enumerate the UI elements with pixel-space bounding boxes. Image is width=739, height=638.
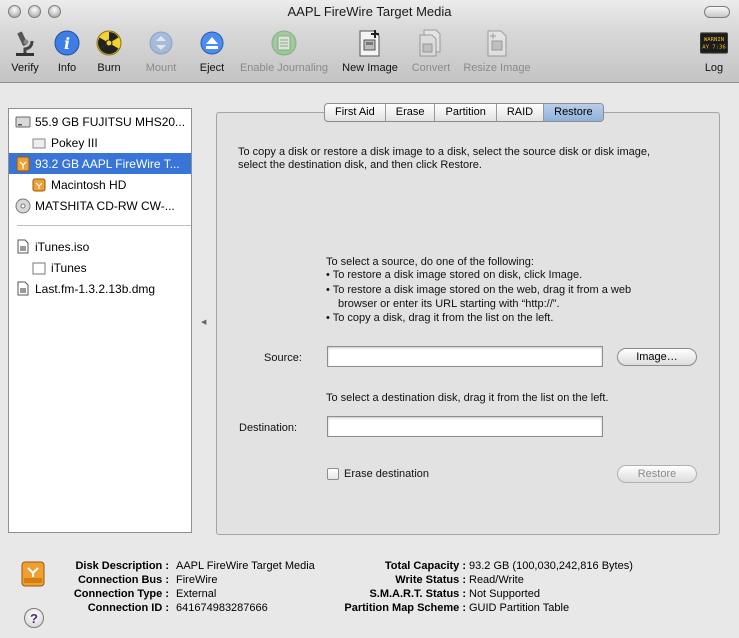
split-view-handle[interactable]: ◀	[201, 318, 206, 326]
optical-drive-icon	[15, 198, 31, 214]
info-button[interactable]: i Info	[50, 28, 84, 78]
partition-map-scheme-value: GUID Partition Table	[469, 602, 570, 614]
burn-button[interactable]: Burn	[92, 28, 126, 78]
destination-hint: To select a destination disk, drag it fr…	[326, 392, 609, 404]
destination-field[interactable]	[327, 416, 603, 437]
disk-list[interactable]: 55.9 GB FUJITSU MHS20... Pokey III 93.2 …	[8, 108, 192, 533]
source-instruction-image: • To restore a disk image stored on disk…	[326, 269, 583, 281]
info-icon: i	[53, 28, 81, 58]
toolbar: Verify i Info Burn Mount Eject Enable Jo…	[0, 28, 739, 78]
image-button[interactable]: Image…	[617, 348, 697, 366]
window-title: AAPL FireWire Target Media	[287, 4, 452, 19]
tab-restore[interactable]: Restore	[544, 104, 603, 121]
source-field[interactable]	[327, 346, 603, 367]
list-separator	[17, 225, 191, 226]
convert-button[interactable]: Convert	[407, 28, 455, 78]
disk-description-key: Disk Description :	[75, 560, 169, 572]
eject-icon	[198, 28, 226, 58]
disk-list-item[interactable]: Last.fm-1.3.2.13b.dmg	[9, 278, 191, 299]
eject-button[interactable]: Eject	[195, 28, 229, 78]
source-instruction-drag: • To copy a disk, drag it from the list …	[326, 312, 554, 324]
source-instruction-web-cont: browser or enter its URL starting with “…	[338, 298, 560, 310]
connection-type-value: External	[176, 588, 217, 600]
resize-image-button[interactable]: Resize Image	[461, 28, 533, 78]
disk-description-value: AAPL FireWire Target Media	[176, 560, 315, 572]
microscope-icon	[11, 28, 39, 58]
write-status-key: Write Status :	[395, 574, 466, 586]
restore-button[interactable]: Restore	[617, 465, 697, 483]
tab-first-aid[interactable]: First Aid	[325, 104, 386, 121]
disk-image-icon	[15, 239, 31, 255]
new-image-button[interactable]: New Image	[339, 28, 401, 78]
disk-image-icon	[15, 281, 31, 297]
firewire-volume-icon	[31, 177, 47, 193]
restore-intro-line-2: select the destination disk, and then cl…	[238, 159, 482, 171]
convert-icon	[417, 28, 445, 58]
verify-button[interactable]: Verify	[4, 28, 46, 78]
erase-destination-label: Erase destination	[344, 468, 429, 480]
log-icon: WARNIN AY 7:36	[700, 28, 728, 58]
connection-bus-value: FireWire	[176, 574, 218, 586]
smart-status-key: S.M.A.R.T. Status :	[369, 588, 466, 600]
disk-list-item[interactable]: iTunes	[9, 257, 191, 278]
mount-button[interactable]: Mount	[140, 28, 182, 78]
disk-list-item[interactable]: Pokey III	[9, 132, 191, 153]
tab-erase[interactable]: Erase	[386, 104, 436, 121]
source-instruction-web: • To restore a disk image stored on the …	[326, 284, 632, 296]
resize-image-icon	[483, 28, 511, 58]
connection-id-key: Connection ID :	[87, 602, 169, 614]
connection-id-value: 641674983287666	[176, 602, 268, 614]
svg-text:AY 7:36: AY 7:36	[702, 45, 726, 51]
mount-icon	[147, 28, 175, 58]
total-capacity-key: Total Capacity :	[384, 560, 466, 572]
disk-list-item[interactable]: 55.9 GB FUJITSU MHS20...	[9, 111, 191, 132]
disk-list-item[interactable]: Macintosh HD	[9, 174, 191, 195]
connection-type-key: Connection Type :	[73, 588, 169, 600]
mounted-image-icon	[31, 260, 47, 276]
tab-partition[interactable]: Partition	[435, 104, 497, 121]
burn-icon	[95, 28, 123, 58]
svg-text:i: i	[64, 34, 70, 53]
partition-map-scheme-key: Partition Map Scheme :	[344, 602, 466, 614]
svg-text:WARNIN: WARNIN	[704, 37, 724, 43]
enable-journaling-button[interactable]: Enable Journaling	[236, 28, 332, 78]
disk-list-item[interactable]: MATSHITA CD-RW CW-...	[9, 195, 191, 216]
connection-bus-key: Connection Bus :	[77, 574, 169, 586]
selected-disk-icon	[20, 560, 46, 591]
disk-list-item-selected[interactable]: 93.2 GB AAPL FireWire T...	[9, 153, 191, 174]
journal-icon	[270, 28, 298, 58]
new-image-icon	[356, 28, 384, 58]
help-icon[interactable]: ?	[24, 608, 44, 628]
firewire-disk-icon	[15, 156, 31, 172]
restore-intro-line-1: To copy a disk or restore a disk image t…	[238, 146, 651, 158]
log-button[interactable]: WARNIN AY 7:36 Log	[696, 28, 732, 78]
erase-destination-checkbox[interactable]	[327, 468, 339, 480]
tab-raid[interactable]: RAID	[497, 104, 545, 121]
toolbar-toggle-button[interactable]	[704, 6, 730, 18]
hard-disk-icon	[15, 114, 31, 130]
total-capacity-value: 93.2 GB (100,030,242,816 Bytes)	[469, 560, 633, 572]
write-status-value: Read/Write	[469, 574, 524, 586]
smart-status-value: Not Supported	[469, 588, 540, 600]
volume-icon	[31, 135, 47, 151]
disk-list-item[interactable]: iTunes.iso	[9, 236, 191, 257]
source-instructions-heading: To select a source, do one of the follow…	[326, 256, 534, 268]
destination-label: Destination:	[239, 422, 298, 434]
source-label: Source:	[264, 352, 302, 364]
tab-bar: First Aid Erase Partition RAID Restore	[324, 103, 604, 122]
window-titlebar: AAPL FireWire Target Media Verify i Info…	[0, 0, 739, 83]
